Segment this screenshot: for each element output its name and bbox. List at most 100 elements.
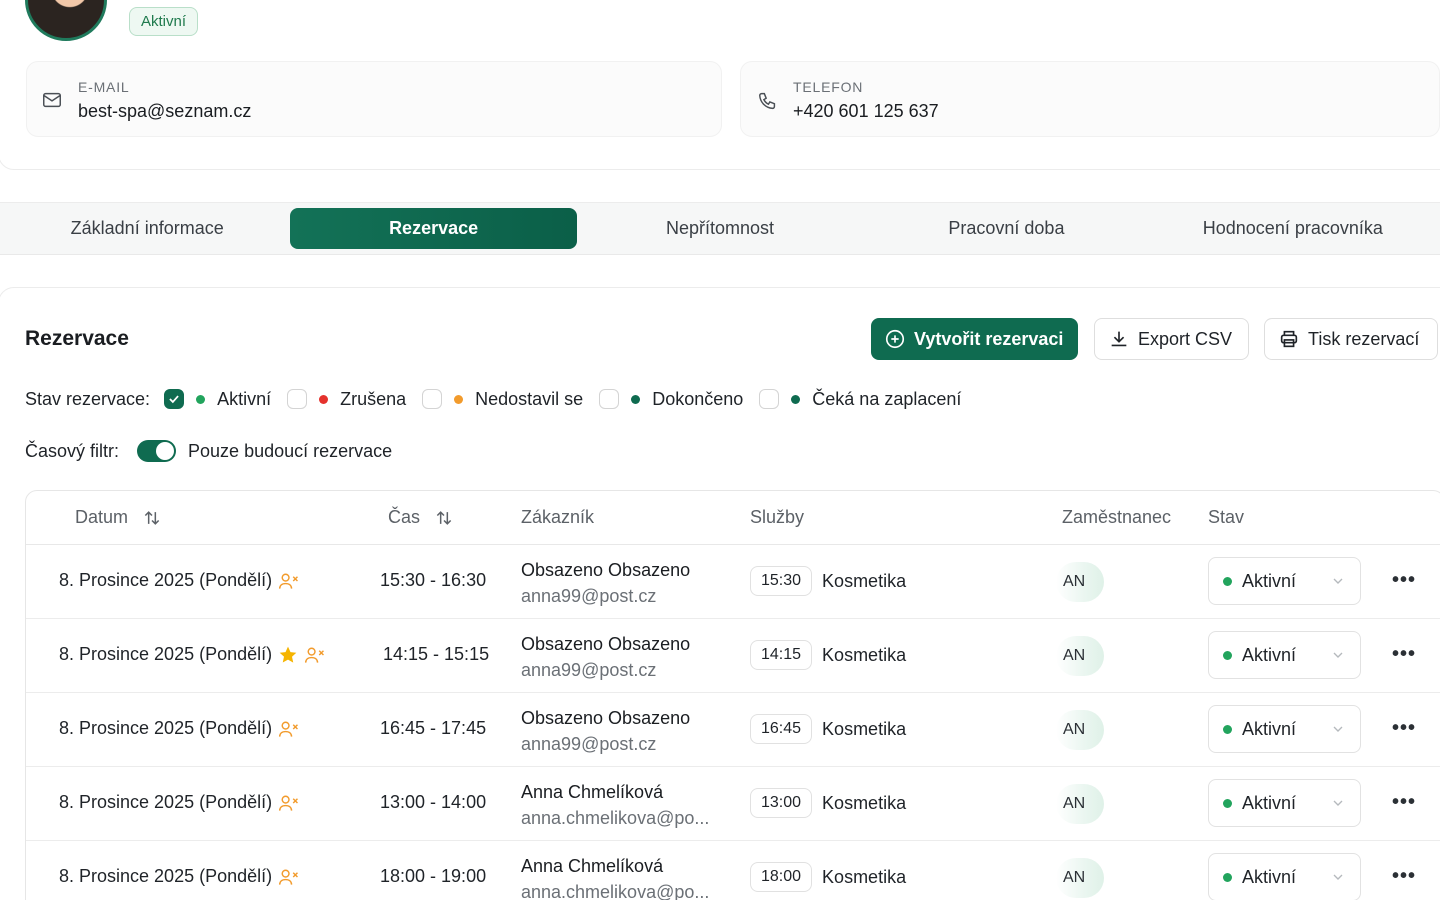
state-select[interactable]: Aktivní <box>1208 705 1361 753</box>
row-customer: Obsazeno Obsazeno anna99@post.cz <box>521 557 690 609</box>
customer-name: Anna Chmelíková <box>521 856 664 876</box>
chevron-down-icon <box>1333 578 1343 584</box>
state-label: Aktivní <box>1242 866 1297 887</box>
tab-working-hours[interactable]: Pracovní doba <box>863 208 1149 249</box>
row-more-button[interactable]: ••• <box>1392 791 1416 814</box>
tab-reservations[interactable]: Rezervace <box>290 208 577 249</box>
table-header: Datum Čas Zákazník Služby Zaměstnanec St… <box>26 491 1440 545</box>
table-row[interactable]: 8. Prosince 2025 (Pondělí) 13:00 - 14:00… <box>26 767 1440 841</box>
employee-avatar: AN <box>1056 636 1104 676</box>
user-x-icon <box>279 573 299 589</box>
column-services: Služby <box>750 507 805 527</box>
tab-employee-rating[interactable]: Hodnocení pracovníka <box>1150 208 1436 249</box>
state-dot <box>1223 798 1232 808</box>
column-time[interactable]: Čas <box>388 507 454 528</box>
create-reservation-button[interactable]: Vytvořit rezervaci <box>871 318 1078 360</box>
download-icon <box>1111 331 1127 347</box>
state-select[interactable]: Aktivní <box>1208 631 1361 679</box>
row-time: 18:00 - 19:00 <box>380 866 487 886</box>
status-dot-no-show <box>454 394 464 404</box>
column-state: Stav <box>1208 507 1245 527</box>
option-awaiting-payment-label: Čeká na zaplacení <box>812 388 962 409</box>
chevron-down-icon <box>1333 874 1343 880</box>
option-completed-label: Dokončeno <box>652 388 744 409</box>
state-label: Aktivní <box>1242 718 1297 739</box>
row-more-button[interactable]: ••• <box>1392 643 1416 666</box>
phone-label: TELEFON <box>793 79 864 95</box>
row-time: 16:45 - 17:45 <box>380 718 487 738</box>
state-select[interactable]: Aktivní <box>1208 779 1361 827</box>
row-date-text: 8. Prosince 2025 (Pondělí) <box>59 792 273 812</box>
state-select[interactable]: Aktivní <box>1208 853 1361 900</box>
print-reservations-button[interactable]: Tisk rezervací <box>1264 318 1438 360</box>
state-label: Aktivní <box>1242 792 1297 813</box>
customer-name: Obsazeno Obsazeno <box>521 634 691 654</box>
export-csv-button[interactable]: Export CSV <box>1094 318 1249 360</box>
checkbox-active[interactable] <box>164 389 185 409</box>
service-time-chip: 15:30 <box>750 566 813 596</box>
chevron-down-icon <box>1333 652 1343 658</box>
state-select[interactable]: Aktivní <box>1208 557 1361 605</box>
sort-icon <box>436 510 452 525</box>
column-customer: Zákazník <box>521 507 595 527</box>
row-more-button[interactable]: ••• <box>1392 569 1416 592</box>
checkbox-awaiting-payment[interactable] <box>759 389 780 409</box>
employee-avatar: AN <box>1056 562 1104 602</box>
email-value: best-spa@seznam.cz <box>78 101 252 121</box>
customer-name: Obsazeno Obsazeno <box>521 708 691 728</box>
service-time-chip: 18:00 <box>750 862 813 892</box>
status-dot-cancelled <box>319 394 329 404</box>
table-row[interactable]: 8. Prosince 2025 (Pondělí) 16:45 - 17:45… <box>26 693 1440 767</box>
checkbox-completed[interactable] <box>599 389 620 409</box>
tab-bar: Základní informace Rezervace Nepřítomnos… <box>0 202 1440 255</box>
service-name: Kosmetika <box>822 644 907 665</box>
employee-avatar: AN <box>1056 858 1104 898</box>
column-date[interactable]: Datum <box>75 507 162 528</box>
row-date: 8. Prosince 2025 (Pondělí) <box>59 792 300 813</box>
customer-email: anna.chmelikova@po... <box>521 882 710 900</box>
star-icon <box>279 646 297 663</box>
column-time-label: Čas <box>388 507 421 527</box>
reservations-table: Datum Čas Zákazník Služby Zaměstnanec St… <box>25 490 1440 900</box>
employee-avatar: AN <box>1056 784 1104 824</box>
phone-icon <box>759 92 776 110</box>
service-time-chip: 16:45 <box>750 714 813 744</box>
row-services: 14:15 Kosmetika <box>750 640 906 670</box>
row-customer: Anna Chmelíková anna.chmelikova@po... <box>521 779 709 831</box>
state-dot <box>1223 724 1232 734</box>
email-label: E-MAIL <box>78 79 130 95</box>
row-time: 13:00 - 14:00 <box>380 792 487 812</box>
customer-email: anna99@post.cz <box>521 734 657 754</box>
row-more-button[interactable]: ••• <box>1392 865 1416 888</box>
checkbox-cancelled[interactable] <box>287 389 308 409</box>
customer-email: anna.chmelikova@po... <box>521 808 710 828</box>
customer-email: anna99@post.cz <box>521 586 657 606</box>
tab-absence[interactable]: Nepřítomnost <box>577 208 863 249</box>
service-name: Kosmetika <box>822 718 907 739</box>
status-filter-label: Stav rezervace: <box>25 388 151 409</box>
row-customer: Obsazeno Obsazeno anna99@post.cz <box>521 631 690 683</box>
option-active-label: Aktivní <box>217 388 272 409</box>
service-name: Kosmetika <box>822 792 907 813</box>
time-filter: Časový filtr: Pouze budoucí rezervace <box>25 438 392 464</box>
customer-name: Obsazeno Obsazeno <box>521 560 691 580</box>
service-time-chip: 14:15 <box>750 640 813 670</box>
state-dot <box>1223 872 1232 882</box>
checkbox-no-show[interactable] <box>422 389 443 409</box>
user-x-icon <box>279 869 299 885</box>
row-services: 18:00 Kosmetika <box>750 862 906 892</box>
table-row[interactable]: 8. Prosince 2025 (Pondělí) 15:30 - 16:30… <box>26 545 1440 619</box>
tab-basic-info[interactable]: Základní informace <box>4 208 290 249</box>
print-reservations-label: Tisk rezervací <box>1308 328 1420 349</box>
future-only-toggle[interactable] <box>137 440 177 462</box>
employee-avatar: AN <box>1056 710 1104 750</box>
export-csv-label: Export CSV <box>1138 328 1233 349</box>
row-services: 16:45 Kosmetika <box>750 714 906 744</box>
table-row[interactable]: 8. Prosince 2025 (Pondělí) 18:00 - 19:00… <box>26 841 1440 900</box>
row-more-button[interactable]: ••• <box>1392 717 1416 740</box>
user-x-icon <box>305 647 325 663</box>
service-name: Kosmetika <box>822 570 907 591</box>
table-row[interactable]: 8. Prosince 2025 (Pondělí) 14:15 - 15:15… <box>26 619 1440 693</box>
phone-value: +420 601 125 637 <box>793 101 939 121</box>
user-x-icon <box>279 721 299 737</box>
